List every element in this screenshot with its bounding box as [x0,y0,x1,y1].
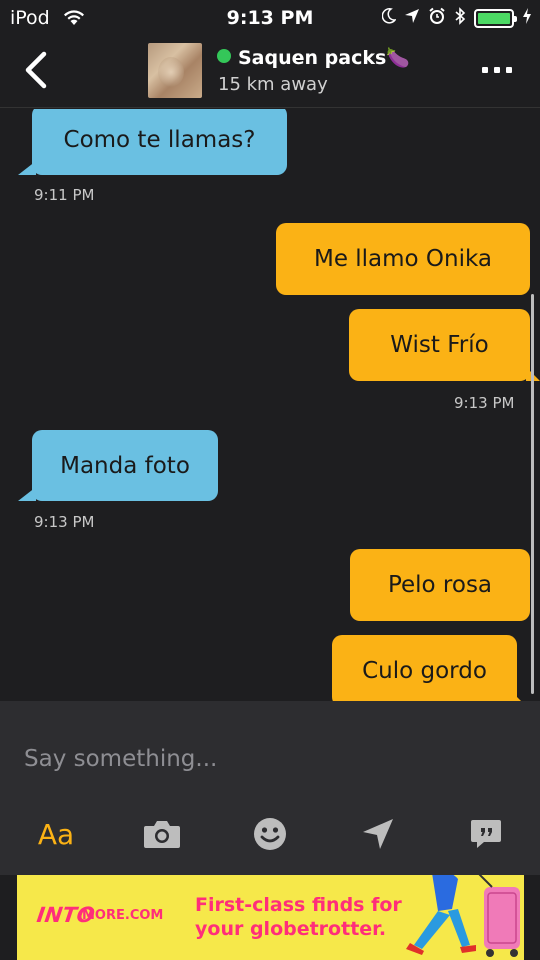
incoming-message[interactable]: Manda foto [18,430,218,501]
ad-headline-line-1: First-class finds for [195,894,402,916]
text-keyboard-button[interactable]: Aa [34,809,78,859]
message-text: Culo gordo [362,658,487,684]
incoming-message[interactable]: Como te llamas? [18,109,287,175]
location-icon [404,8,420,29]
ad-illustration [406,875,520,957]
saved-phrases-icon [471,820,501,848]
outgoing-message[interactable]: Culo gordo [332,635,527,701]
emoji-button[interactable] [249,809,291,859]
saved-phrases-button[interactable] [466,809,506,859]
ad-logo-suffix: MORE.COM [82,908,164,923]
contact-name[interactable]: Saquen packs🍆 [238,46,410,69]
chat-header: Saquen packs🍆 15 km away [0,36,540,108]
composer: Aa [0,701,540,875]
message-text: Como te llamas? [63,127,256,153]
alarm-icon [428,7,446,30]
send-location-icon [363,819,393,849]
ad-banner[interactable]: INTO MORE.COM First-class finds for your… [0,875,540,960]
scrollbar[interactable] [531,294,534,694]
composer-toolbar: Aa [0,809,540,859]
status-bar: iPod 9:13 PM [0,0,540,36]
outgoing-message[interactable]: Pelo rosa [350,549,530,621]
back-button[interactable] [22,50,62,94]
ad-content[interactable]: INTO MORE.COM First-class finds for your… [17,875,524,960]
message-input[interactable] [24,741,514,777]
camera-icon [144,821,180,848]
message-list[interactable]: Como te llamas? 9:11 PM Me llamo Onika W… [0,109,540,701]
chat-screen: iPod 9:13 PM Saquen packs🍆 15 km away Co… [0,0,540,960]
more-options-button[interactable] [482,58,516,82]
dot [506,67,512,73]
message-timestamp: 9:13 PM [454,394,515,412]
dot [494,67,500,73]
message-timestamp: 9:11 PM [34,186,95,204]
moon-icon [381,7,397,29]
message-text: Manda foto [60,452,190,479]
emoji-icon [254,818,286,850]
outgoing-message[interactable]: Wist Frío [349,309,540,381]
camera-button[interactable] [140,809,184,859]
dot [482,67,488,73]
contact-distance: 15 km away [218,74,328,95]
outgoing-message[interactable]: Me llamo Onika [276,223,530,295]
message-timestamp: 9:13 PM [34,513,95,531]
chevron-left-icon [25,51,47,89]
ad-headline-line-2: your globetrotter. [195,918,387,940]
message-text: Pelo rosa [387,572,493,598]
online-status-dot [217,49,231,63]
message-text: Wist Frío [390,332,489,358]
ad-headline: First-class finds for your globetrotter. [195,893,402,941]
send-location-button[interactable] [357,809,399,859]
message-text: Me llamo Onika [313,246,493,272]
avatar[interactable] [148,43,202,98]
bluetooth-icon [454,6,466,30]
charging-icon [522,7,532,29]
battery-level [478,12,510,24]
battery-icon [474,8,517,28]
